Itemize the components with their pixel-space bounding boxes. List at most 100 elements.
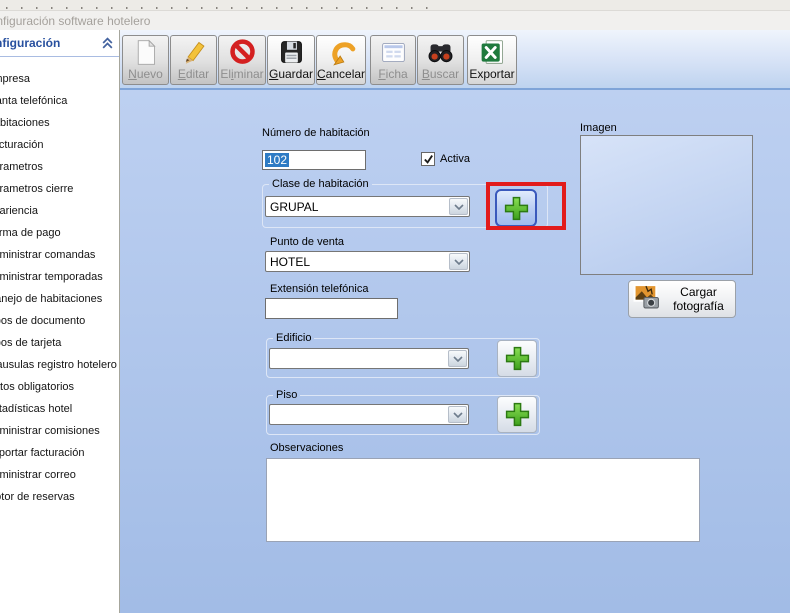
sidebar-item[interactable]: Parametros <box>0 156 119 178</box>
sidebar-item-label: Exportar facturación <box>0 442 84 464</box>
sidebar-item-label: Clausulas registro hotelero <box>0 354 117 376</box>
sidebar-item[interactable]: Manejo de habitaciones <box>0 288 119 310</box>
sidebar-item[interactable]: Forma de pago <box>0 222 119 244</box>
sidebar-item-label: Tipos de tarjeta <box>0 332 61 354</box>
image-label: Imagen <box>580 122 617 134</box>
room-class-combobox[interactable]: GRUPAL <box>265 196 470 217</box>
background-window-sliver <box>0 0 790 10</box>
load-photo-label: Cargar fotografía <box>665 285 732 314</box>
check-icon <box>423 154 434 165</box>
sidebar-item[interactable]: Apariencia <box>0 200 119 222</box>
eliminar-label: Eliminar <box>219 67 265 81</box>
sidebar-item[interactable]: Estadísticas hotel <box>0 398 119 420</box>
nuevo-button[interactable]: Nuevo <box>122 35 169 85</box>
sidebar-item-label: Administrar correo <box>0 464 76 486</box>
eliminar-button[interactable]: Eliminar <box>218 35 266 85</box>
sidebar-item-label: Manejo de habitaciones <box>0 288 102 310</box>
pos-value: HOTEL <box>270 255 310 269</box>
activa-checkbox[interactable] <box>421 152 435 166</box>
sidebar-item[interactable]: Habitaciones <box>0 112 119 134</box>
notes-label: Observaciones <box>270 442 343 454</box>
cancelar-button[interactable]: Cancelar <box>316 35 366 85</box>
guardar-button[interactable]: Guardar <box>267 35 315 85</box>
sidebar-item-label: Datos obligatorios <box>0 376 74 398</box>
sidebar-item-label: Facturación <box>0 134 43 156</box>
binoculars-icon <box>418 38 463 69</box>
notes-textarea[interactable] <box>266 458 700 542</box>
toolbar: Nuevo Editar Eliminar Guardar Cancelar F… <box>120 30 790 90</box>
window-titlebar[interactable]: Configuración software hotelero <box>0 10 790 30</box>
sidebar-item[interactable]: Motor de reservas <box>0 486 119 508</box>
sidebar-item[interactable]: Administrar comandas <box>0 244 119 266</box>
floppy-disk-icon <box>268 38 314 69</box>
chevron-down-icon[interactable] <box>448 406 467 423</box>
sidebar-header: Configuración <box>0 30 119 57</box>
sidebar-header-label: Configuración <box>0 36 60 50</box>
room-class-label: Clase de habitación <box>269 178 372 190</box>
nuevo-label: Nuevo <box>123 67 168 81</box>
sidebar-item-label: Planta telefónica <box>0 90 67 112</box>
window-title: Configuración software hotelero <box>0 14 150 28</box>
undo-arrow-icon <box>317 38 365 69</box>
pencil-icon <box>171 38 216 69</box>
sidebar-item-label: Administrar temporadas <box>0 266 103 288</box>
pos-combobox[interactable]: HOTEL <box>265 251 470 272</box>
annotation-red-box <box>486 182 566 230</box>
sidebar-item-label: Parametros cierre <box>0 178 73 200</box>
sidebar-item-label: Administrar comandas <box>0 244 95 266</box>
sidebar: Configuración EmpresaPlanta telefónicaHa… <box>0 30 120 613</box>
clipped-background-title <box>6 7 430 9</box>
sidebar-item-label: Forma de pago <box>0 222 61 244</box>
sidebar-item[interactable]: Facturación <box>0 134 119 156</box>
sidebar-item-label: Habitaciones <box>0 112 50 134</box>
room-number-label: Número de habitación <box>262 127 370 139</box>
add-building-button[interactable] <box>497 340 537 377</box>
add-floor-button[interactable] <box>497 396 537 433</box>
cancelar-label: Cancelar <box>317 67 365 81</box>
sidebar-item[interactable]: Administrar comisiones <box>0 420 119 442</box>
buscar-button[interactable]: Buscar <box>417 35 464 85</box>
ficha-button[interactable]: Ficha <box>370 35 416 85</box>
activa-label: Activa <box>440 153 470 165</box>
phone-ext-input[interactable] <box>265 298 398 319</box>
sidebar-item[interactable]: Exportar facturación <box>0 442 119 464</box>
building-combobox[interactable] <box>269 348 469 369</box>
exportar-button[interactable]: Exportar <box>467 35 517 85</box>
sidebar-item-label: Parametros <box>0 156 43 178</box>
phone-ext-label: Extensión telefónica <box>270 283 368 295</box>
sidebar-item-label: Empresa <box>0 68 30 90</box>
sidebar-item[interactable]: Clausulas registro hotelero <box>0 354 119 376</box>
sidebar-item[interactable]: Parametros cierre <box>0 178 119 200</box>
plus-icon <box>504 345 531 372</box>
chevrons-up-icon[interactable] <box>101 37 114 50</box>
building-label: Edificio <box>273 332 314 344</box>
guardar-label: Guardar <box>268 67 314 81</box>
forbidden-icon <box>219 38 265 69</box>
sidebar-item-label: Administrar comisiones <box>0 420 100 442</box>
chevron-down-icon[interactable] <box>448 350 467 367</box>
sidebar-item[interactable]: Administrar correo <box>0 464 119 486</box>
sidebar-item[interactable]: Administrar temporadas <box>0 266 119 288</box>
sidebar-item-label: Apariencia <box>0 200 38 222</box>
plus-icon <box>504 401 531 428</box>
sidebar-item[interactable]: Tipos de tarjeta <box>0 332 119 354</box>
editar-label: Editar <box>171 67 216 81</box>
sidebar-item[interactable]: Planta telefónica <box>0 90 119 112</box>
sidebar-item[interactable]: Empresa <box>0 68 119 90</box>
floor-combobox[interactable] <box>269 404 469 425</box>
buscar-label: Buscar <box>418 67 463 81</box>
sidebar-list: EmpresaPlanta telefónicaHabitacionesFact… <box>0 57 119 508</box>
sidebar-item-label: Tipos de documento <box>0 310 85 332</box>
room-number-input[interactable]: 102 <box>262 150 366 170</box>
floor-label: Piso <box>273 389 300 401</box>
chevron-down-icon[interactable] <box>449 198 468 215</box>
sidebar-item[interactable]: Tipos de documento <box>0 310 119 332</box>
ficha-label: Ficha <box>371 67 415 81</box>
editar-button[interactable]: Editar <box>170 35 217 85</box>
excel-icon <box>468 38 516 69</box>
form-icon <box>371 38 415 69</box>
chevron-down-icon[interactable] <box>449 253 468 270</box>
load-photo-button[interactable]: Cargar fotografía <box>628 280 736 318</box>
room-form-panel: Número de habitación 102 Activa Clase de… <box>120 90 790 613</box>
sidebar-item[interactable]: Datos obligatorios <box>0 376 119 398</box>
